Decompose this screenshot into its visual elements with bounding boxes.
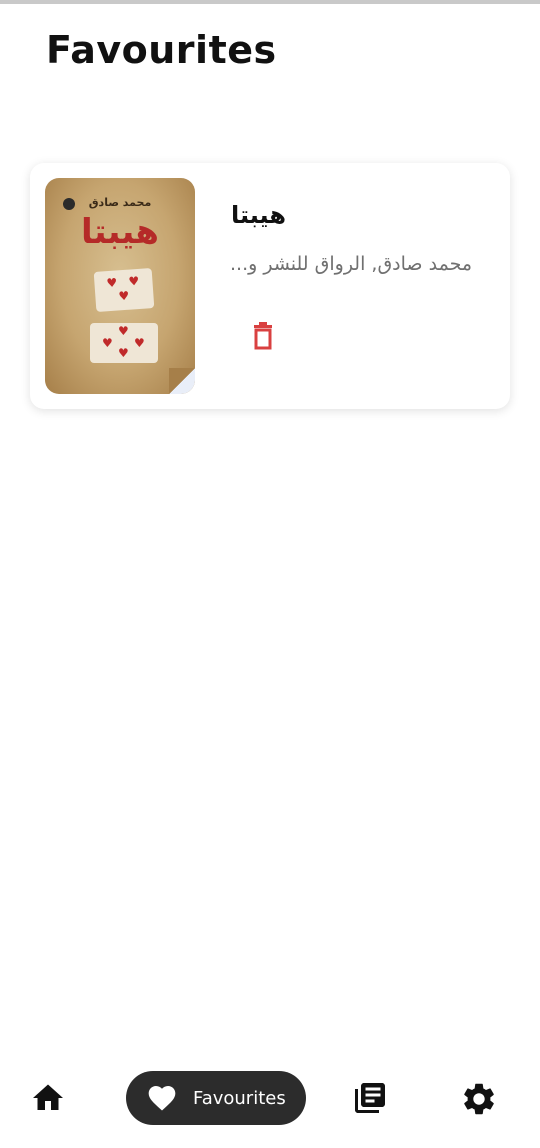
gear-icon	[464, 1083, 494, 1115]
library-icon	[355, 1083, 385, 1113]
book-cover-image[interactable]: محمد صادق هيبتا ♥ ♥ ♥ ♥ ♥ ♥ ♥	[45, 178, 195, 394]
nav-settings-button[interactable]	[460, 1080, 498, 1118]
nav-library-button[interactable]	[352, 1080, 388, 1116]
bottom-navigation: Favourites	[0, 1064, 540, 1134]
cover-author-text: محمد صادق	[88, 196, 152, 209]
delete-button[interactable]	[249, 320, 277, 352]
book-title: هيبتا	[230, 201, 286, 229]
cover-title-text: هيبتا	[81, 212, 159, 252]
nav-favourites-button[interactable]: Favourites	[126, 1071, 306, 1125]
nav-favourites-label: Favourites	[193, 1087, 286, 1109]
cover-playing-card: ♥ ♥ ♥ ♥	[90, 323, 158, 363]
heart-icon	[148, 1086, 176, 1111]
page-curl	[169, 368, 195, 394]
book-author: محمد صادق, الرواق للنشر و...	[230, 253, 473, 275]
home-icon	[33, 1084, 63, 1110]
cover-playing-card: ♥ ♥ ♥	[93, 268, 155, 312]
favourite-book-card[interactable]: محمد صادق هيبتا ♥ ♥ ♥ ♥ ♥ ♥ ♥ هيبتا محمد…	[30, 163, 510, 409]
status-bar-divider	[0, 0, 540, 4]
nav-home-button[interactable]	[30, 1080, 66, 1116]
trash-icon	[254, 322, 272, 350]
page-title: Favourites	[46, 28, 277, 72]
